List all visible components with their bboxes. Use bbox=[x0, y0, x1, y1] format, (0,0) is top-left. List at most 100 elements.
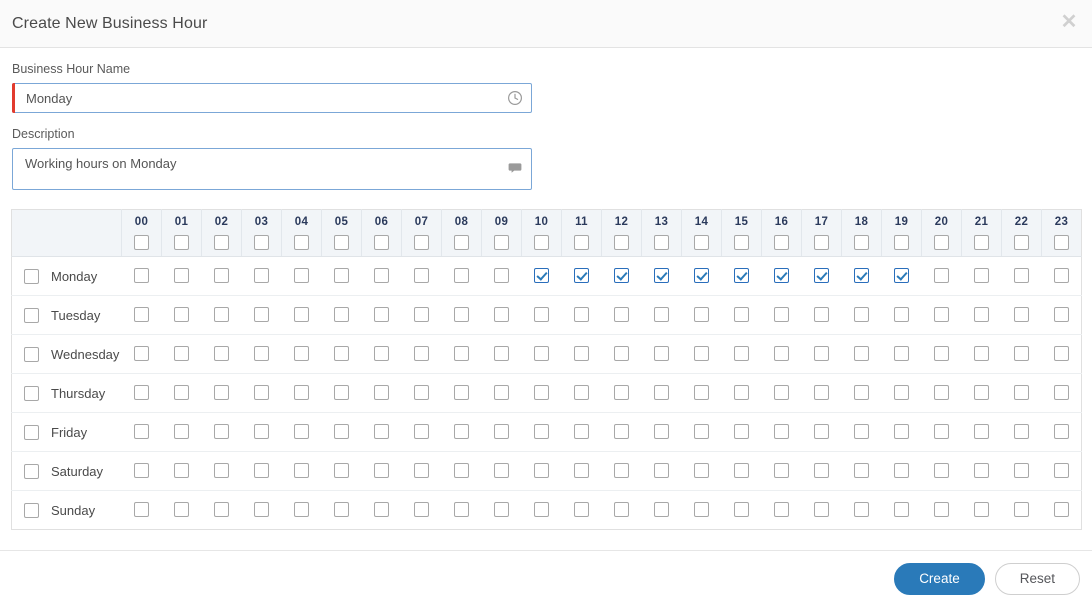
hour-checkbox[interactable] bbox=[694, 424, 709, 440]
hour-checkbox[interactable] bbox=[134, 346, 149, 362]
day-row-select-checkbox[interactable] bbox=[24, 346, 39, 362]
hour-column-select-checkbox[interactable] bbox=[254, 234, 269, 250]
hour-checkbox[interactable] bbox=[414, 463, 429, 479]
hour-checkbox[interactable] bbox=[414, 502, 429, 518]
hour-column-select-checkbox[interactable] bbox=[134, 234, 149, 250]
hour-checkbox[interactable] bbox=[734, 346, 749, 362]
hour-checkbox[interactable] bbox=[734, 268, 749, 284]
hour-checkbox[interactable] bbox=[1053, 268, 1069, 284]
hour-checkbox[interactable] bbox=[334, 463, 349, 479]
hour-column-select-checkbox[interactable] bbox=[174, 234, 189, 250]
clock-icon[interactable] bbox=[507, 90, 523, 106]
hour-checkbox[interactable] bbox=[534, 346, 549, 362]
day-row-select-checkbox[interactable] bbox=[24, 385, 39, 401]
hour-checkbox[interactable] bbox=[494, 385, 509, 401]
hour-checkbox[interactable] bbox=[694, 268, 709, 284]
hour-checkbox[interactable] bbox=[574, 307, 589, 323]
hour-checkbox[interactable] bbox=[814, 463, 829, 479]
hour-column-select-checkbox[interactable] bbox=[894, 234, 909, 250]
hour-checkbox[interactable] bbox=[854, 385, 869, 401]
close-icon[interactable]: ✕ bbox=[1058, 11, 1080, 33]
hour-checkbox[interactable] bbox=[974, 424, 989, 440]
hour-checkbox[interactable] bbox=[894, 385, 909, 401]
hour-checkbox[interactable] bbox=[894, 463, 909, 479]
hour-checkbox[interactable] bbox=[414, 307, 429, 323]
hour-checkbox[interactable] bbox=[174, 502, 189, 518]
hour-column-select-checkbox[interactable] bbox=[494, 234, 509, 250]
hour-checkbox[interactable] bbox=[854, 424, 869, 440]
hour-checkbox[interactable] bbox=[374, 385, 389, 401]
hour-checkbox[interactable] bbox=[374, 424, 389, 440]
hour-column-select-checkbox[interactable] bbox=[974, 234, 989, 250]
hour-checkbox[interactable] bbox=[454, 463, 469, 479]
hour-checkbox[interactable] bbox=[334, 424, 349, 440]
hour-checkbox[interactable] bbox=[814, 268, 829, 284]
hour-checkbox[interactable] bbox=[894, 424, 909, 440]
hour-checkbox[interactable] bbox=[214, 307, 229, 323]
hour-column-select-checkbox[interactable] bbox=[534, 234, 549, 250]
hour-checkbox[interactable] bbox=[334, 268, 349, 284]
hour-checkbox[interactable] bbox=[1014, 385, 1029, 401]
hour-checkbox[interactable] bbox=[454, 346, 469, 362]
hour-checkbox[interactable] bbox=[934, 268, 949, 284]
hour-checkbox[interactable] bbox=[294, 424, 309, 440]
hour-checkbox[interactable] bbox=[614, 385, 629, 401]
hour-checkbox[interactable] bbox=[854, 346, 869, 362]
hour-column-select-checkbox[interactable] bbox=[614, 234, 629, 250]
hour-column-select-checkbox[interactable] bbox=[934, 234, 949, 250]
hour-checkbox[interactable] bbox=[614, 307, 629, 323]
hour-checkbox[interactable] bbox=[334, 502, 349, 518]
hour-checkbox[interactable] bbox=[734, 307, 749, 323]
hour-checkbox[interactable] bbox=[414, 424, 429, 440]
hour-checkbox[interactable] bbox=[934, 346, 949, 362]
hour-checkbox[interactable] bbox=[894, 307, 909, 323]
hour-checkbox[interactable] bbox=[574, 385, 589, 401]
hour-checkbox[interactable] bbox=[694, 346, 709, 362]
hour-checkbox[interactable] bbox=[134, 463, 149, 479]
hour-checkbox[interactable] bbox=[174, 346, 189, 362]
hour-checkbox[interactable] bbox=[134, 268, 149, 284]
hour-checkbox[interactable] bbox=[1053, 424, 1069, 440]
reset-button[interactable]: Reset bbox=[994, 563, 1080, 595]
hour-checkbox[interactable] bbox=[534, 268, 549, 284]
hour-checkbox[interactable] bbox=[254, 346, 269, 362]
hour-checkbox[interactable] bbox=[174, 385, 189, 401]
hour-checkbox[interactable] bbox=[574, 463, 589, 479]
hour-column-select-checkbox[interactable] bbox=[414, 234, 429, 250]
hour-column-select-checkbox[interactable] bbox=[1054, 234, 1069, 250]
hour-checkbox[interactable] bbox=[774, 346, 789, 362]
hour-checkbox[interactable] bbox=[614, 502, 629, 518]
hour-checkbox[interactable] bbox=[454, 307, 469, 323]
hour-column-select-checkbox[interactable] bbox=[574, 234, 589, 250]
hour-checkbox[interactable] bbox=[374, 307, 389, 323]
hour-checkbox[interactable] bbox=[494, 346, 509, 362]
hour-checkbox[interactable] bbox=[774, 502, 789, 518]
hour-checkbox[interactable] bbox=[1014, 424, 1029, 440]
hour-checkbox[interactable] bbox=[334, 307, 349, 323]
hour-column-select-checkbox[interactable] bbox=[734, 234, 749, 250]
hour-checkbox[interactable] bbox=[134, 502, 149, 518]
hour-checkbox[interactable] bbox=[814, 346, 829, 362]
hour-checkbox[interactable] bbox=[1014, 346, 1029, 362]
hour-checkbox[interactable] bbox=[214, 502, 229, 518]
hour-checkbox[interactable] bbox=[214, 424, 229, 440]
hour-checkbox[interactable] bbox=[894, 268, 909, 284]
hour-checkbox[interactable] bbox=[534, 385, 549, 401]
hour-checkbox[interactable] bbox=[974, 268, 989, 284]
hour-column-select-checkbox[interactable] bbox=[294, 234, 309, 250]
hour-checkbox[interactable] bbox=[814, 307, 829, 323]
hour-checkbox[interactable] bbox=[654, 502, 669, 518]
hour-checkbox[interactable] bbox=[254, 463, 269, 479]
hour-checkbox[interactable] bbox=[654, 346, 669, 362]
hour-checkbox[interactable] bbox=[534, 463, 549, 479]
hour-checkbox[interactable] bbox=[814, 424, 829, 440]
hour-checkbox[interactable] bbox=[734, 424, 749, 440]
hour-checkbox[interactable] bbox=[214, 268, 229, 284]
hour-checkbox[interactable] bbox=[454, 385, 469, 401]
hour-checkbox[interactable] bbox=[1053, 346, 1069, 362]
hour-column-select-checkbox[interactable] bbox=[1014, 234, 1029, 250]
day-row-select-checkbox[interactable] bbox=[24, 502, 39, 518]
hour-checkbox[interactable] bbox=[1053, 307, 1069, 323]
hour-checkbox[interactable] bbox=[814, 502, 829, 518]
hour-column-select-checkbox[interactable] bbox=[814, 234, 829, 250]
